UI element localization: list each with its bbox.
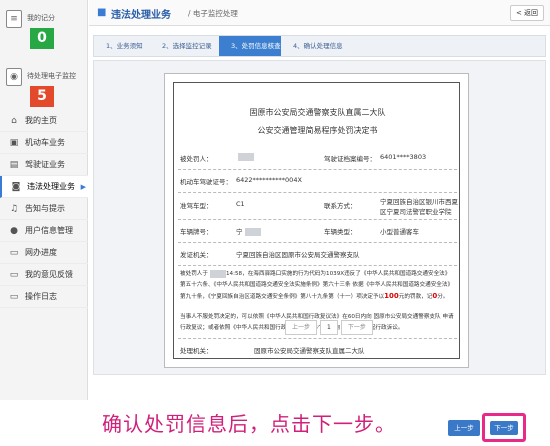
agency-label: 发证机关： [180, 251, 213, 259]
sidebar-item-label: 用户信息管理 [25, 226, 73, 235]
plate-prefix: 宁 [236, 228, 243, 236]
log-icon: ▭ [9, 291, 19, 302]
car-icon: ▣ [9, 137, 19, 148]
document-icon: ≡ [6, 10, 22, 28]
penalty-paragraph: 被处罚人于 14:58，在海西驿路口实施的行为代码为1039X违反了《中华人民共和… [180, 269, 454, 303]
breadcrumb: / 电子监控处理 [188, 9, 238, 18]
home-icon: ⌂ [11, 115, 17, 126]
sidebar-item-user[interactable]: ● 用户信息管理 [0, 220, 88, 242]
sidebar-item-label: 驾驶证业务 [25, 160, 65, 169]
camera-icon: ◙ [11, 181, 21, 192]
pending-monitor-value: 5 [30, 86, 54, 107]
prev-step-button[interactable]: 上一步 [448, 420, 480, 436]
sidebar-item-label: 机动车业务 [25, 138, 65, 147]
app-window: ≡ 我的记分 0 ◉ 待处理电子监控 5 ⌂ 我的主页 ▣ 机动车业务 ▤ 驾驶证业务… [0, 0, 550, 446]
agency-value: 宁夏回族自治区固原市公安局交通警察支队 [236, 251, 360, 259]
handler-label: 处理机关： [180, 347, 213, 355]
pending-monitor-label: 待处理电子监控 [27, 72, 76, 80]
sidebar-item-notice[interactable]: ♫ 告知与提示 [0, 198, 88, 220]
sidebar-item-home[interactable]: ⌂ 我的主页 [0, 110, 88, 132]
pager-next-button[interactable]: 下一步 [340, 320, 373, 335]
sidebar: ≡ 我的记分 0 ◉ 待处理电子监控 5 ⌂ 我的主页 ▣ 机动车业务 ▤ 驾驶证业务… [0, 0, 88, 400]
sidebar-item-progress[interactable]: ▭ 网办进度 [0, 242, 88, 264]
contact-value-line1: 宁夏回族自治区银川市西夏 [380, 198, 458, 206]
sidebar-item-vehicle[interactable]: ▣ 机动车业务 [0, 132, 88, 154]
pager-current-page[interactable]: 1 [320, 320, 338, 335]
step-3-active: 3、处罚信息核查 [219, 36, 281, 56]
class-value: C1 [236, 200, 245, 208]
vehicle-type-label: 车辆类型： [324, 228, 357, 236]
document-issuer: 固原市公安局交通警察支队直属二大队 [249, 108, 386, 117]
contact-value-line2: 区宁夏司法警官职业学院 [380, 208, 452, 216]
document-frame: 固原市公安局交通警察支队直属二大队 公安交通管理简易程序处罚决定书 被处罚人： … [173, 82, 460, 359]
divider [178, 242, 457, 243]
license-no-value: 6401****3803 [380, 153, 427, 161]
vehicle-type-value: 小型普通客车 [380, 228, 419, 236]
step-2: 2、选择监控记录 [162, 42, 212, 50]
user-icon: ● [10, 225, 18, 236]
punished-label: 被处罚人： [180, 155, 213, 163]
fine-amount: 100 [384, 292, 399, 300]
pager: 上一步 1 下一步 [285, 320, 373, 336]
page-title: 违法处理业务 [111, 10, 171, 21]
chevron-right-icon: ▶ [80, 182, 86, 191]
sidebar-item-feedback[interactable]: ▭ 我的意见反馈 [0, 264, 88, 286]
handler-value: 固原市公安局交通警察支队直属二大队 [254, 347, 365, 355]
camera-icon: ◉ [6, 68, 22, 86]
step-4: 4、确认处理信息 [293, 42, 343, 50]
license-icon: ▤ [9, 159, 19, 170]
redacted-block [244, 228, 261, 236]
step-progress: 1、业务须知 2、选择监控记录 3、处罚信息核查 4、确认处理信息 [93, 35, 546, 57]
main-content: ■ 违法处理业务 / 电子监控处理 < 返回 1、业务须知 2、选择监控记录 3… [89, 0, 550, 400]
my-score-card[interactable]: ≡ 我的记分 0 [0, 2, 88, 57]
my-score-label: 我的记分 [27, 14, 55, 22]
sidebar-item-log[interactable]: ▭ 操作日志 [0, 286, 88, 308]
redacted-block [238, 153, 254, 161]
sidebar-item-label: 网办进度 [25, 248, 57, 257]
violation-time: 14:58 [225, 271, 243, 277]
punished-value [236, 153, 254, 161]
vehicle-license-label: 机动车驾驶证号： [180, 178, 232, 186]
page-header: ■ 违法处理业务 / 电子监控处理 < 返回 [89, 0, 550, 26]
redacted-block [209, 269, 226, 278]
feedback-icon: ▭ [9, 269, 19, 280]
pending-monitor-card[interactable]: ◉ 待处理电子监控 5 [0, 60, 88, 115]
divider [178, 338, 457, 339]
para-text: 分。 [437, 294, 449, 300]
divider [178, 169, 457, 170]
camera-icon: ■ [97, 7, 107, 18]
para-text: 被处罚人于 [180, 271, 208, 277]
sidebar-item-license[interactable]: ▤ 驾驶证业务 [0, 154, 88, 176]
para-text: 元的罚款，记 [398, 294, 433, 300]
instruction-caption: 确认处罚信息后，点击下一步。 [102, 412, 396, 436]
plate-value: 宁 [236, 226, 261, 236]
contact-label: 联系方式： [324, 202, 357, 210]
divider [178, 265, 457, 266]
plate-label: 车辆牌号： [180, 228, 213, 236]
divider [178, 192, 457, 193]
class-label: 准驾车型： [180, 202, 213, 210]
my-score-value: 0 [30, 28, 54, 49]
back-button[interactable]: < 返回 [510, 5, 544, 21]
sidebar-item-label: 违法处理业务 [27, 182, 75, 191]
divider [178, 219, 457, 220]
sidebar-item-violation[interactable]: ◙ 违法处理业务 ▶ [0, 176, 88, 198]
next-step-highlight: 下一步 [482, 413, 526, 442]
next-step-button[interactable]: 下一步 [490, 421, 518, 435]
sidebar-item-label: 告知与提示 [25, 204, 65, 213]
pager-prev-button[interactable]: 上一步 [285, 320, 318, 335]
sidebar-item-label: 操作日志 [25, 292, 57, 301]
document-title: 公安交通管理简易程序处罚决定书 [257, 126, 378, 135]
bell-icon: ♫ [9, 203, 19, 214]
progress-icon: ▭ [9, 247, 19, 258]
sidebar-nav: ⌂ 我的主页 ▣ 机动车业务 ▤ 驾驶证业务 ◙ 违法处理业务 ▶ ♫ 告知与提示 ● 用户信… [0, 110, 88, 308]
sidebar-item-label: 我的意见反馈 [25, 270, 73, 279]
sidebar-item-label: 我的主页 [25, 116, 57, 125]
license-no-label: 驾驶证档案编号： [324, 155, 376, 163]
vehicle-license-value: 6422**********004X [236, 176, 302, 184]
